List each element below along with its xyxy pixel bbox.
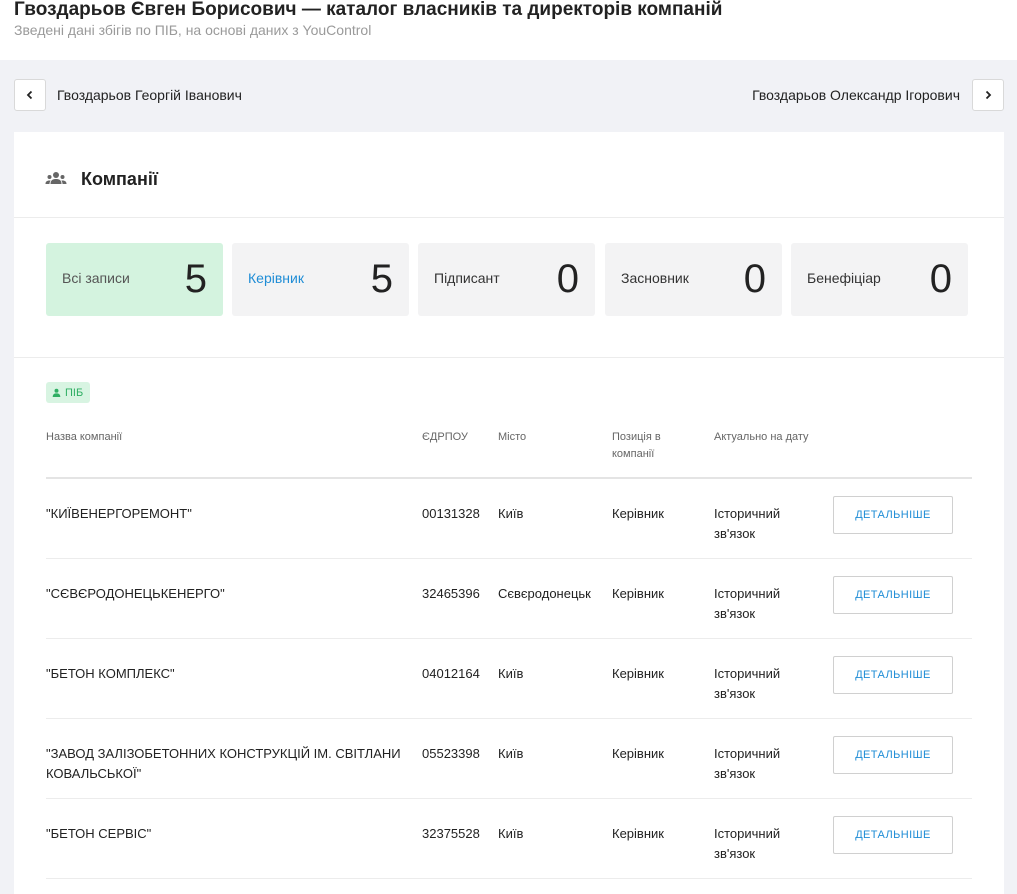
company-date: Історичний зв'язок — [714, 506, 781, 541]
page-header: Гвоздарьов Євген Борисович — каталог вла… — [0, 0, 1017, 60]
stat-all-records[interactable]: Всі записи 5 — [46, 243, 223, 316]
page-title: Гвоздарьов Євген Борисович — каталог вла… — [14, 0, 723, 20]
column-header-position: Позиція в компанії — [612, 431, 661, 460]
company-name: "БЕТОН СЕРВІС" — [46, 826, 152, 841]
details-button[interactable]: ДЕТАЛЬНІШЕ — [833, 496, 953, 534]
company-code: 00131328 — [422, 506, 480, 521]
company-name: "БЕТОН КОМПЛЕКС" — [46, 666, 175, 681]
companies-card: Компанії Всі записи 5 Керівник 5 Підписа… — [14, 132, 1004, 894]
stat-label: Всі записи — [62, 270, 130, 286]
company-position: Керівник — [612, 826, 664, 841]
pib-badge: ПІБ — [46, 382, 91, 403]
stat-value: 0 — [743, 257, 766, 301]
stat-manager[interactable]: Керівник 5 — [232, 243, 409, 316]
prev-person-button[interactable] — [14, 79, 46, 111]
company-code: 05523398 — [422, 746, 480, 761]
company-city: Київ — [498, 746, 524, 761]
details-button[interactable]: ДЕТАЛЬНІШЕ — [833, 656, 953, 694]
company-position: Керівник — [612, 586, 664, 601]
stat-label: Бенефіціар — [807, 270, 881, 286]
details-button[interactable]: ДЕТАЛЬНІШЕ — [833, 736, 953, 774]
person-icon — [52, 388, 61, 397]
section-title: Компанії — [81, 169, 158, 189]
details-button[interactable]: ДЕТАЛЬНІШЕ — [833, 576, 953, 614]
next-person-button[interactable] — [972, 79, 1004, 111]
column-header-date: Актуально на дату — [714, 431, 809, 443]
column-header-code: ЄДРПОУ — [422, 431, 468, 443]
company-date: Історичний зв'язок — [714, 586, 781, 621]
pib-badge-label: ПІБ — [65, 386, 84, 399]
stat-beneficiary[interactable]: Бенефіціар 0 — [791, 243, 968, 316]
role-filter-tabs: Всі записи 5 Керівник 5 Підписант 0 Засн… — [46, 243, 976, 316]
company-city: Сєвєродонецьк — [498, 586, 591, 601]
company-name: "ЗАВОД ЗАЛІЗОБЕТОННИХ КОНСТРУКЦІЙ ІМ. СВ… — [46, 746, 401, 781]
company-position: Керівник — [612, 666, 664, 681]
company-position: Керівник — [612, 506, 664, 521]
next-person-link[interactable]: Гвоздарьов Олександр Ігорович — [752, 87, 960, 103]
column-header-city: Місто — [498, 431, 527, 443]
company-code: 32465396 — [422, 586, 480, 601]
company-date: Історичний зв'язок — [714, 666, 781, 701]
chevron-left-icon — [26, 90, 33, 100]
company-code: 32375528 — [422, 826, 480, 841]
prev-person-link[interactable]: Гвоздарьов Георгій Іванович — [57, 87, 242, 103]
stat-value: 5 — [184, 257, 207, 301]
divider — [14, 357, 1004, 358]
stat-label: Засновник — [621, 270, 689, 286]
table-row: "БЕТОН СЕРВІС" 32375528 Київ Керівник Іс… — [46, 799, 972, 879]
stat-value: 0 — [556, 257, 579, 301]
company-position: Керівник — [612, 746, 664, 761]
company-name: "СЄВЄРОДОНЕЦЬКЕНЕРГО" — [46, 586, 225, 601]
company-city: Київ — [498, 666, 524, 681]
company-city: Київ — [498, 506, 524, 521]
stat-label: Керівник — [248, 270, 304, 286]
chevron-right-icon — [985, 90, 992, 100]
column-header-name: Назва компанії — [46, 431, 123, 443]
table-row: "КИЇВЕНЕРГОРЕМОНТ" 00131328 Київ Керівни… — [46, 479, 972, 559]
stat-label: Підписант — [434, 270, 500, 286]
stat-value: 0 — [929, 257, 952, 301]
company-date: Історичний зв'язок — [714, 746, 781, 781]
section-header: Компанії — [14, 132, 1004, 218]
company-city: Київ — [498, 826, 524, 841]
company-code: 04012164 — [422, 666, 480, 681]
company-date: Історичний зв'язок — [714, 826, 781, 861]
table-row: "ЗАВОД ЗАЛІЗОБЕТОННИХ КОНСТРУКЦІЙ ІМ. СВ… — [46, 719, 972, 799]
table-row: "БЕТОН КОМПЛЕКС" 04012164 Київ Керівник … — [46, 639, 972, 719]
table-row: "СЄВЄРОДОНЕЦЬКЕНЕРГО" 32465396 Сєвєродон… — [46, 559, 972, 639]
page-subtitle: Зведені дані збігів по ПІБ, на основі да… — [14, 22, 372, 38]
stat-signatory[interactable]: Підписант 0 — [418, 243, 595, 316]
details-button[interactable]: ДЕТАЛЬНІШЕ — [833, 816, 953, 854]
users-group-icon — [45, 172, 67, 184]
stat-value: 5 — [370, 257, 393, 301]
company-name: "КИЇВЕНЕРГОРЕМОНТ" — [46, 506, 192, 521]
stat-founder[interactable]: Засновник 0 — [605, 243, 782, 316]
